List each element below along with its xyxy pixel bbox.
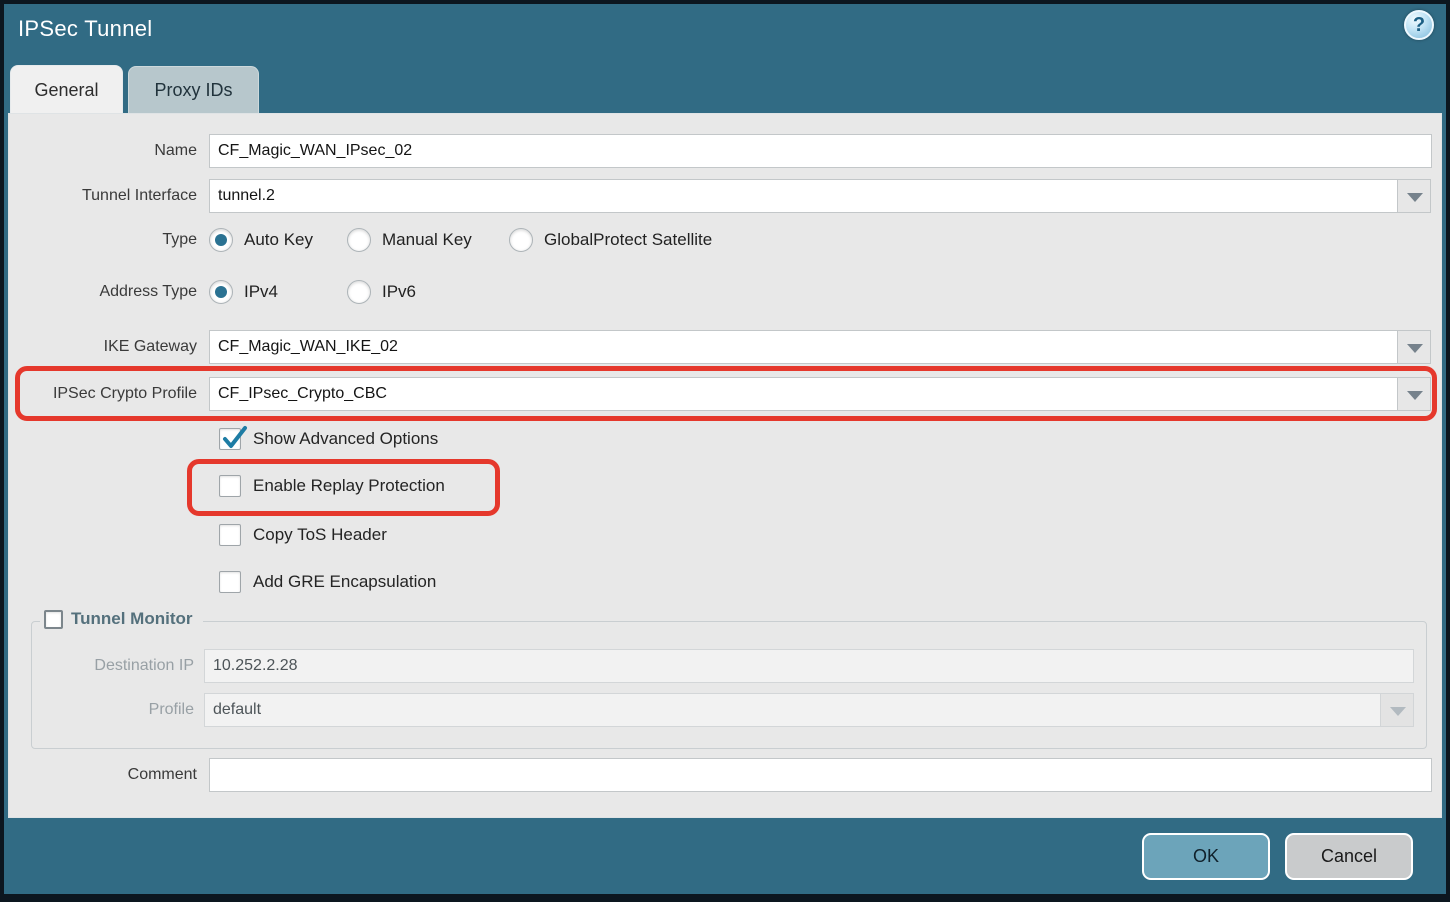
- ok-button[interactable]: OK: [1142, 833, 1270, 880]
- manual-key-label: Manual Key: [382, 230, 472, 250]
- tab-general[interactable]: General: [10, 65, 123, 113]
- type-option-auto-key: Auto Key: [209, 228, 347, 252]
- globalprotect-satellite-radio[interactable]: [509, 228, 533, 252]
- add-gre-encapsulation-checkbox[interactable]: [219, 571, 241, 593]
- tunnel-interface-input[interactable]: [209, 179, 1398, 213]
- ipv4-radio[interactable]: [209, 280, 233, 304]
- ipv6-radio[interactable]: [347, 280, 371, 304]
- address-type-option-ipv6: IPv6: [347, 280, 416, 304]
- tab-proxy-ids[interactable]: Proxy IDs: [128, 66, 259, 113]
- destination-ip-label: Destination IP: [32, 657, 204, 675]
- profile-dropdown-icon: [1380, 693, 1414, 727]
- name-input[interactable]: [209, 134, 1432, 168]
- add-gre-encapsulation-label: Add GRE Encapsulation: [253, 572, 436, 592]
- copy-tos-header-label: Copy ToS Header: [253, 525, 387, 545]
- name-row: Name: [9, 134, 1441, 168]
- tunnel-interface-row: Tunnel Interface: [9, 179, 1441, 213]
- ike-gateway-dropdown-icon[interactable]: [1397, 330, 1431, 364]
- type-option-gp-satellite: GlobalProtect Satellite: [509, 228, 712, 252]
- ike-gateway-label: IKE Gateway: [9, 338, 209, 356]
- page-title: IPSec Tunnel: [18, 16, 152, 42]
- tunnel-monitor-label: Tunnel Monitor: [71, 609, 193, 629]
- globalprotect-satellite-label: GlobalProtect Satellite: [544, 230, 712, 250]
- enable-replay-protection-checkbox[interactable]: [219, 475, 241, 497]
- copy-tos-header-checkbox[interactable]: [219, 524, 241, 546]
- auto-key-label: Auto Key: [244, 230, 313, 250]
- enable-replay-protection-row: Enable Replay Protection: [219, 473, 445, 499]
- tunnel-monitor-fieldset: Tunnel Monitor Destination IP Profile: [31, 621, 1427, 749]
- type-label: Type: [9, 231, 209, 249]
- ipsec-crypto-profile-label: IPSec Crypto Profile: [9, 385, 209, 403]
- ipsec-tunnel-dialog: IPSec Tunnel ? General Proxy IDs Name Tu…: [0, 0, 1450, 902]
- help-icon[interactable]: ?: [1404, 10, 1434, 40]
- profile-input: [204, 693, 1381, 727]
- auto-key-radio[interactable]: [209, 228, 233, 252]
- destination-ip-row: Destination IP: [32, 649, 1414, 683]
- address-type-row: Address Type IPv4 IPv6: [9, 279, 1441, 305]
- dialog-titlebar: IPSec Tunnel ?: [4, 4, 1446, 64]
- show-advanced-options-row: Show Advanced Options: [219, 426, 438, 452]
- profile-label: Profile: [32, 701, 204, 719]
- show-advanced-options-label: Show Advanced Options: [253, 429, 438, 449]
- profile-row: Profile: [32, 693, 1414, 727]
- destination-ip-input: [204, 649, 1414, 683]
- comment-input[interactable]: [209, 758, 1432, 792]
- tab-proxy-ids-label: Proxy IDs: [154, 80, 232, 100]
- type-option-manual-key: Manual Key: [347, 228, 509, 252]
- ipv4-label: IPv4: [244, 282, 278, 302]
- ipsec-crypto-profile-input[interactable]: [209, 377, 1398, 411]
- tunnel-monitor-checkbox[interactable]: [44, 610, 63, 629]
- address-type-label: Address Type: [9, 283, 209, 301]
- enable-replay-protection-label: Enable Replay Protection: [253, 476, 445, 496]
- comment-label: Comment: [9, 766, 209, 784]
- manual-key-radio[interactable]: [347, 228, 371, 252]
- address-type-option-ipv4: IPv4: [209, 280, 347, 304]
- ike-gateway-row: IKE Gateway: [9, 330, 1441, 364]
- ipv6-label: IPv6: [382, 282, 416, 302]
- checkmark-icon: [219, 423, 249, 453]
- add-gre-encapsulation-row: Add GRE Encapsulation: [219, 569, 436, 595]
- cancel-button[interactable]: Cancel: [1285, 833, 1413, 880]
- comment-row: Comment: [9, 758, 1441, 792]
- tunnel-interface-dropdown-icon[interactable]: [1397, 179, 1431, 213]
- name-label: Name: [9, 142, 209, 160]
- ipsec-crypto-profile-dropdown-icon[interactable]: [1397, 377, 1431, 411]
- ipsec-crypto-profile-row: IPSec Crypto Profile: [9, 377, 1441, 411]
- type-row: Type Auto Key Manual Key GlobalProtect S…: [9, 227, 1441, 253]
- general-tab-panel: Name Tunnel Interface Type Auto Key Manu…: [8, 113, 1442, 818]
- tunnel-interface-label: Tunnel Interface: [9, 187, 209, 205]
- ike-gateway-input[interactable]: [209, 330, 1398, 364]
- tunnel-monitor-legend: Tunnel Monitor: [40, 609, 203, 629]
- copy-tos-header-row: Copy ToS Header: [219, 522, 387, 548]
- show-advanced-options-checkbox[interactable]: [219, 428, 241, 450]
- tab-general-label: General: [34, 80, 98, 100]
